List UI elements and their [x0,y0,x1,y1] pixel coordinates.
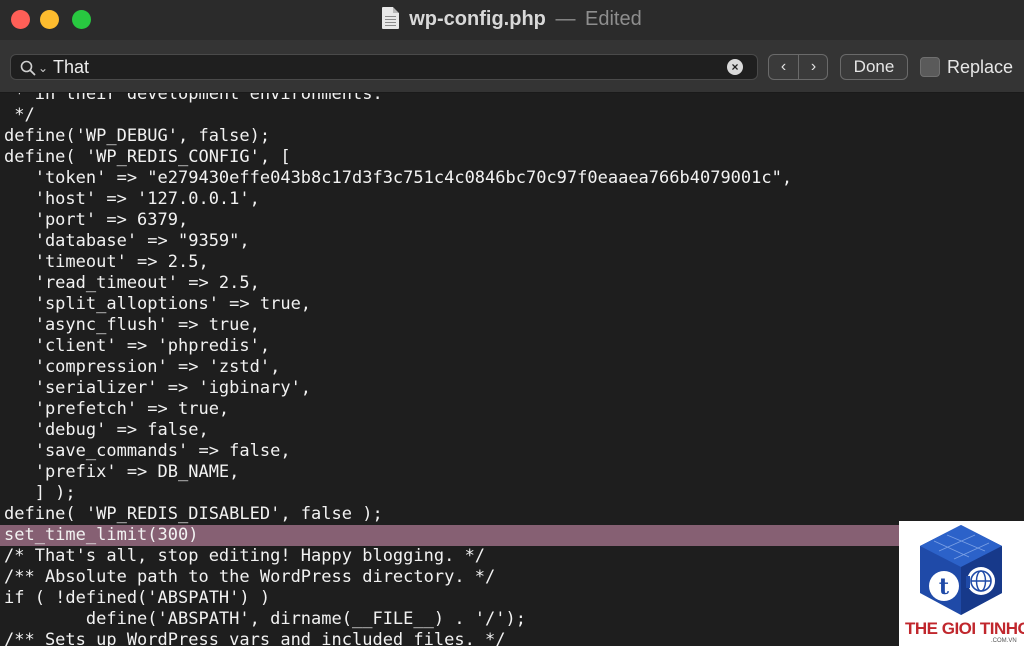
cube-t-globe-icon: t [920,525,1002,615]
svg-text:t: t [939,574,950,600]
code-line: * in their development environments. [4,93,383,104]
done-button[interactable]: Done [840,54,908,80]
code-line: define( 'WP_REDIS_DISABLED', false ); [4,504,383,524]
replace-label[interactable]: Replace [947,54,1013,80]
clear-search-icon[interactable]: × [727,59,743,75]
chevron-down-icon[interactable]: ⌄ [38,61,48,75]
search-field[interactable]: ⌄ × [10,54,758,80]
code-line: 'serializer' => 'igbinary', [4,378,312,398]
code-line: 'client' => 'phpredis', [4,336,271,356]
code-line: ] ); [4,483,76,503]
next-match-button[interactable]: › [799,55,828,79]
text-editor[interactable]: * in their development environments. */ … [0,93,1024,646]
code-line: 'token' => "e279430effe043b8c17d3f3c751c… [4,168,793,188]
document-icon [382,7,400,29]
code-line: define('WP_DEBUG', false); [4,126,271,146]
code-line: 'compression' => 'zstd', [4,357,281,377]
code-line: 'save_commands' => false, [4,441,291,461]
code-line: 'async_flush' => true, [4,315,260,335]
previous-match-button[interactable]: ‹ [769,55,799,79]
find-navigation: ‹ › [768,54,828,80]
window-title-filename: wp-config.php [409,8,546,30]
code-line: 'split_alloptions' => true, [4,294,312,314]
code-line: 'host' => '127.0.0.1', [4,189,260,209]
window-title-separator: — [555,8,576,30]
find-bar: ⌄ × ‹ › Done Replace [0,40,1024,93]
code-line: 'prefix' => DB_NAME, [4,462,240,482]
code-line: 'prefetch' => true, [4,399,230,419]
code-line: /** Sets up WordPress vars and included … [4,630,506,646]
code-line: define( 'WP_REDIS_CONFIG', [ [4,147,291,167]
code-line: if ( !defined('ABSPATH') ) [4,588,271,608]
code-line: 'read_timeout' => 2.5, [4,273,260,293]
search-input[interactable] [53,55,713,79]
logo-text: THE GIOI TINHOC [905,619,1024,638]
window-title-status: Edited [585,8,642,30]
logo-subtext: .COM.VN [991,638,1017,644]
code-line: 'timeout' => 2.5, [4,252,209,272]
search-icon[interactable] [20,60,36,76]
replace-checkbox[interactable] [920,57,940,77]
title-bar: wp-config.php — Edited [0,0,1024,40]
code-line: 'database' => "9359", [4,231,250,251]
watermark-logo: t THE GIOI TINHOC .COM.VN [899,521,1024,646]
code-line-highlighted: set_time_limit(300) [0,525,1024,546]
code-line: 'port' => 6379, [4,210,189,230]
window-title: wp-config.php — Edited [0,6,1024,32]
code-line: define('ABSPATH', dirname(__FILE__) . '/… [4,609,526,629]
code-line: */ [4,105,35,125]
code-line: /* That's all, stop editing! Happy blogg… [4,546,486,566]
code-line: 'debug' => false, [4,420,209,440]
code-line: /** Absolute path to the WordPress direc… [4,567,496,587]
